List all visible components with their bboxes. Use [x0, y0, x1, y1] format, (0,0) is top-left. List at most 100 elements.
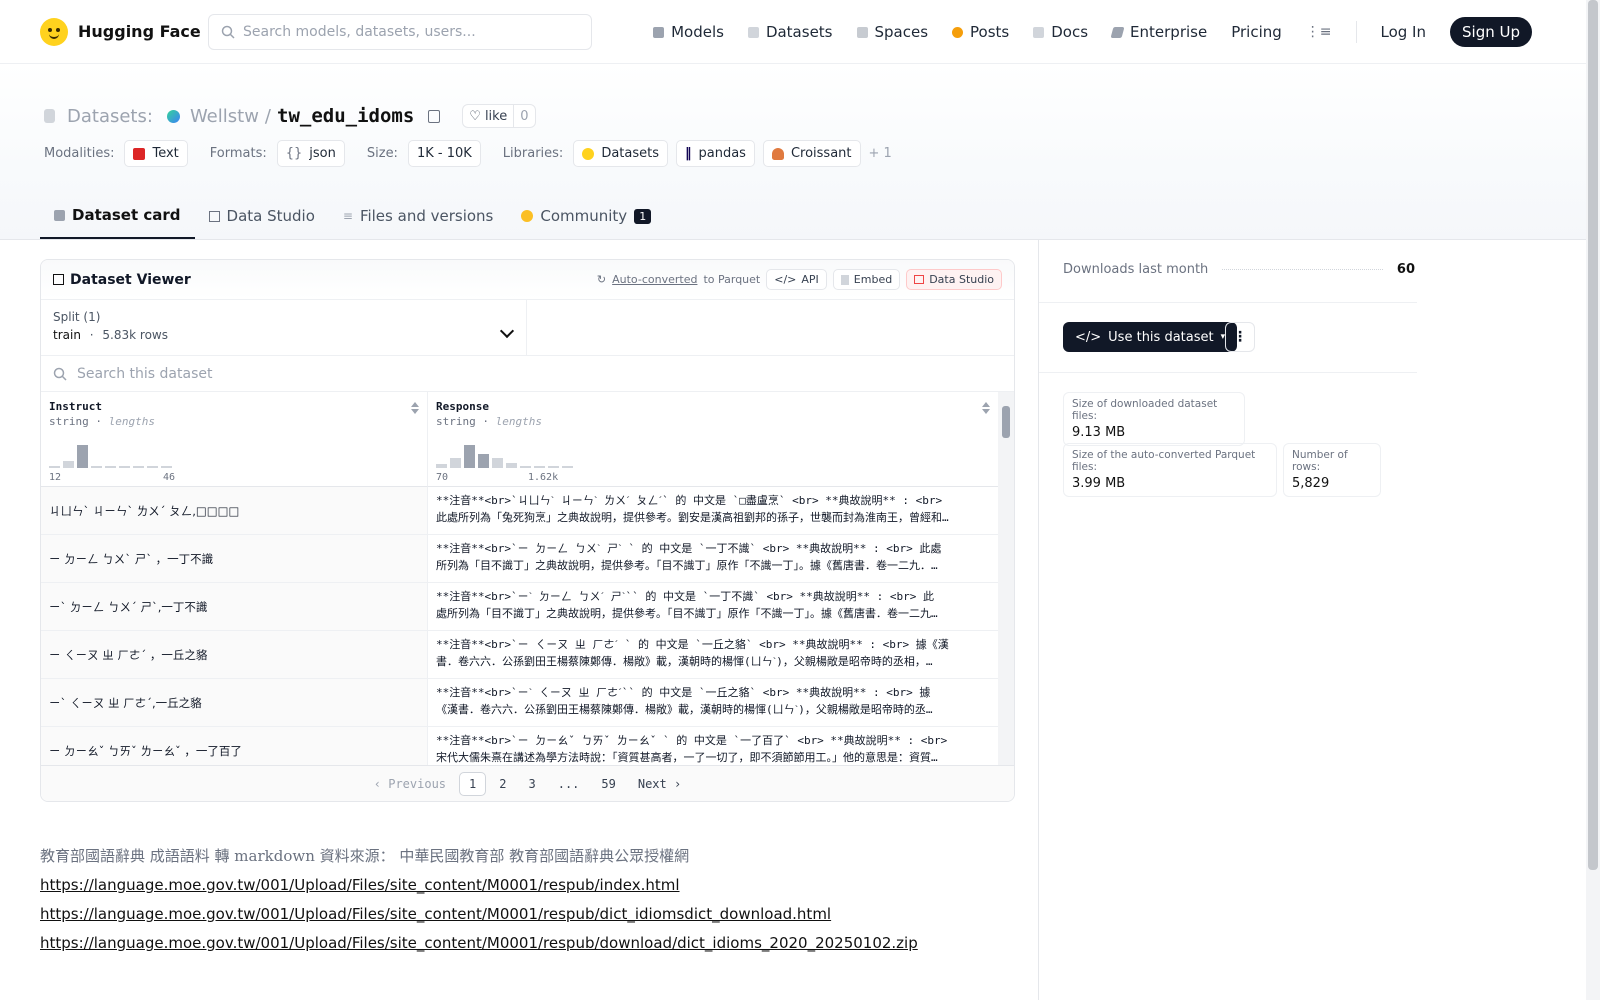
text-icon	[133, 147, 146, 160]
dataset-search[interactable]: Search this dataset	[41, 356, 1014, 392]
tab-data-studio-label: Data Studio	[226, 207, 315, 225]
tag-datasets[interactable]: Datasets	[573, 140, 668, 167]
nav-models[interactable]: Models	[653, 23, 724, 41]
more-tags[interactable]: + 1	[869, 146, 892, 161]
dataset-tabs: Dataset card Data Studio ≡ Files and vers…	[40, 193, 665, 239]
global-search[interactable]	[208, 14, 592, 50]
sort-icon[interactable]	[411, 402, 419, 414]
embed-label: Embed	[853, 273, 893, 286]
split-selector[interactable]: Split (1) train · 5.83k rows	[41, 300, 527, 355]
scroll-thumb[interactable]	[1002, 406, 1010, 438]
database-icon	[44, 109, 55, 123]
source-link[interactable]: https://language.moe.gov.tw/001/Upload/F…	[40, 929, 918, 958]
tag-size[interactable]: 1K - 10K	[407, 140, 481, 167]
length-histogram	[436, 440, 573, 468]
column-header-response[interactable]: Response string · lengths 70 1.62k	[428, 392, 999, 487]
histogram-bar	[478, 454, 489, 468]
tag-pandas[interactable]: ‖ pandas	[676, 140, 755, 167]
api-button[interactable]: </> API	[766, 269, 827, 290]
page-59[interactable]: 59	[592, 773, 624, 795]
like-count: 0	[520, 108, 529, 124]
dataset-name[interactable]: tw_edu_idoms	[277, 105, 414, 127]
response-line: 所列為「目不識丁」之典故說明，提供參考。「目不識丁」原作「不識一丁」。據《舊唐書…	[436, 559, 938, 572]
menu-icon[interactable]: ⋮≡	[1306, 24, 1332, 40]
like-button[interactable]: ♡ like 0	[462, 104, 536, 128]
more-options-button[interactable]: ⋮	[1225, 322, 1255, 352]
page-3[interactable]: 3	[519, 773, 544, 795]
response-cell: **注音**<br>`ㄧ ㄉㄧㄥ ㄅㄨˋ ㄕˋ ` 的 中文是 `一丁不識` <…	[428, 535, 999, 582]
page-ellipsis: ...	[557, 776, 580, 791]
login-link[interactable]: Log In	[1381, 23, 1427, 41]
signup-button[interactable]: Sign Up	[1450, 17, 1532, 47]
nav-pricing[interactable]: Pricing	[1231, 23, 1282, 41]
nav-enterprise-label: Enterprise	[1130, 23, 1208, 41]
source-link[interactable]: https://language.moe.gov.tw/001/Upload/F…	[40, 871, 918, 900]
tag-croissant-label: Croissant	[790, 146, 852, 161]
brand[interactable]: Hugging Face	[40, 17, 201, 46]
column-name: Response	[436, 400, 489, 413]
search-icon	[53, 367, 67, 381]
nav-enterprise[interactable]: Enterprise	[1110, 23, 1208, 41]
table-row[interactable]: ㄧˋ ㄉㄧㄥ ㄅㄨˊ ㄕˋ,一丁不識 **注音**<br>`ㄧˋ ㄉㄧㄥ ㄅㄨˊ…	[41, 583, 999, 631]
use-dataset-button[interactable]: </> Use this dataset ▾	[1063, 322, 1238, 352]
cube-icon	[54, 209, 65, 221]
dataset-card-content: 教育部國語辭典 成語語料 轉 markdown 資料來源： 中華民國教育部 教育…	[40, 842, 918, 958]
tag-text[interactable]: Text	[124, 140, 188, 167]
dataset-title: Datasets: Wellstw / tw_edu_idoms ♡ like 0	[44, 104, 536, 128]
split-name: train	[53, 328, 81, 342]
page-scroll-thumb[interactable]	[1588, 0, 1598, 870]
divider	[1355, 21, 1357, 43]
stat-label: Size of the auto-converted Parquet files…	[1072, 449, 1256, 473]
histogram-bar	[63, 461, 74, 468]
page-2[interactable]: 2	[490, 773, 515, 795]
stat-label: Size of downloaded dataset files:	[1072, 398, 1218, 422]
nav-spaces-label: Spaces	[874, 23, 929, 41]
community-badge: 1	[634, 208, 652, 224]
dataset-header: Datasets: Wellstw / tw_edu_idoms ♡ like 0…	[0, 64, 1586, 240]
section-label[interactable]: Datasets:	[67, 106, 153, 127]
avatar	[166, 109, 180, 123]
instruct-cell: ㄧ ㄉㄧㄥ ㄅㄨˋ ㄕˋ ，一丁不識	[41, 535, 428, 582]
response-line: **注音**<br>`ㄧ ㄉㄧㄠˇ ㄅㄞˇ ㄌㄧㄠˇ ` 的 中文是 `一了百了…	[436, 734, 948, 747]
tab-data-studio[interactable]: Data Studio	[195, 193, 329, 239]
pagination: ‹ Previous 1 2 3 ... 59 Next ›	[41, 765, 1014, 801]
embed-button[interactable]: Embed	[832, 269, 901, 290]
table-row[interactable]: ㄧˋ ㄑㄧㄡ ㄓ ㄏㄜˊ,一丘之貉 **注音**<br>`ㄧˋ ㄑㄧㄡ ㄓ ㄏㄜ…	[41, 679, 999, 727]
stat-label: Number of rows:	[1292, 449, 1348, 473]
tag-json[interactable]: {} json	[276, 140, 345, 167]
auto-converted-link[interactable]: Auto-converted	[612, 273, 697, 286]
nav-spaces[interactable]: Spaces	[856, 23, 929, 41]
prev-page-button[interactable]: ‹ Previous	[365, 773, 455, 795]
nav-datasets[interactable]: Datasets	[747, 23, 833, 41]
owner-link[interactable]: Wellstw	[190, 106, 259, 127]
tab-dataset-card[interactable]: Dataset card	[40, 193, 195, 239]
next-page-button[interactable]: Next ›	[629, 773, 690, 795]
response-line: **注音**<br>`ㄧ ㄑㄧㄡ ㄓ ㄏㄜˊ ` 的 中文是 `一丘之貉` <b…	[436, 638, 949, 651]
table-row[interactable]: ㄧ ㄉㄧㄠˇ ㄅㄞˇ ㄌㄧㄠˇ ，一了百了 **注音**<br>`ㄧ ㄉㄧㄠˇ …	[41, 727, 999, 767]
divider	[1039, 372, 1417, 373]
histogram-bar	[91, 466, 102, 468]
table-row[interactable]: ㄧ ㄉㄧㄥ ㄅㄨˋ ㄕˋ ，一丁不識 **注音**<br>`ㄧ ㄉㄧㄥ ㄅㄨˋ …	[41, 535, 999, 583]
sort-icon[interactable]	[982, 402, 990, 414]
table-row[interactable]: ㄧ ㄑㄧㄡ ㄓ ㄏㄜˊ ，一丘之貉 **注音**<br>`ㄧ ㄑㄧㄡ ㄓ ㄏㄜˊ…	[41, 631, 999, 679]
copy-icon[interactable]	[428, 109, 441, 123]
table-row[interactable]: ㄐㄩㄣˋ ㄐㄧㄣˋ ㄌㄨˊ ㄆㄥ,□□□□ **注音**<br>`ㄐㄩㄣˋ ㄐㄧ…	[41, 487, 999, 535]
response-line: 宋代大儒朱熹在講述為學方法時說：「資質甚高者，一了一切了，即不須節節用工。」他的…	[436, 751, 938, 764]
tab-community[interactable]: Community 1	[507, 193, 665, 239]
response-line: **注音**<br>`ㄧˋ ㄉㄧㄥ ㄅㄨˊ ㄕˋ`` 的 中文是 `一丁不識` …	[436, 590, 935, 603]
tab-files[interactable]: ≡ Files and versions	[329, 193, 508, 239]
source-link[interactable]: https://language.moe.gov.tw/001/Upload/F…	[40, 900, 918, 929]
page-scrollbar[interactable]	[1586, 0, 1600, 1000]
search-input[interactable]	[243, 24, 563, 40]
tag-croissant[interactable]: Croissant	[762, 140, 861, 167]
page-1[interactable]: 1	[459, 771, 487, 796]
nav-posts[interactable]: Posts	[952, 23, 1009, 41]
grid-scrollbar[interactable]	[998, 392, 1014, 767]
nav-docs[interactable]: Docs	[1033, 23, 1088, 41]
viewer-title: Dataset Viewer	[70, 271, 191, 288]
data-studio-button[interactable]: Data Studio	[906, 269, 1002, 290]
croissant-icon	[771, 147, 784, 160]
nav-docs-label: Docs	[1051, 23, 1089, 41]
pandas-icon: ‖	[685, 146, 692, 161]
column-header-instruct[interactable]: Instruct string · lengths 12 46	[41, 392, 428, 487]
